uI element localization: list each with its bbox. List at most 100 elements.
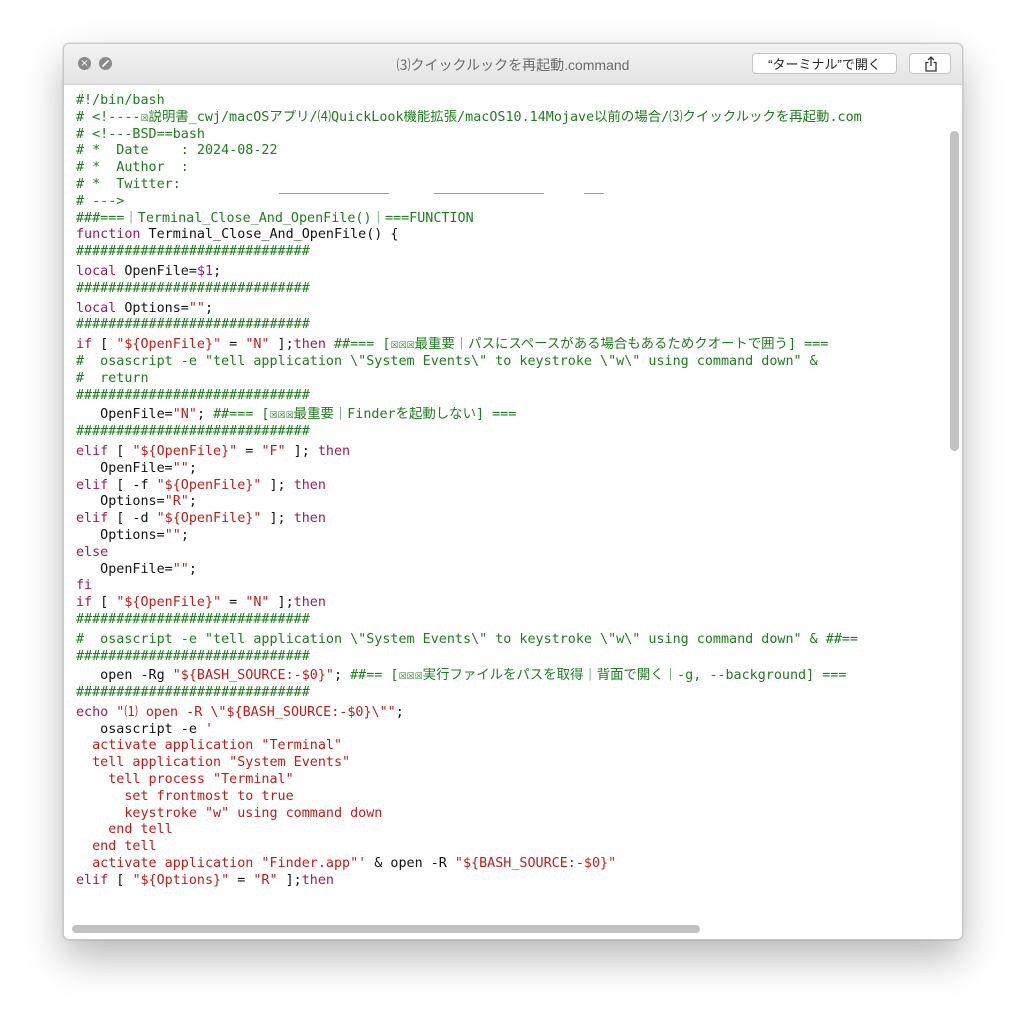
code-token: then [317,443,351,459]
code-line: set frontmost to true [76,789,942,806]
code-token: if [76,337,93,353]
code-token: "${OpenFile}" [116,337,222,353]
code-line: elif [ "${OpenFile}" = "F" ]; then [76,444,942,461]
code-viewer[interactable]: #!/bin/bash # <!----☒説明書_cwj/macOSアプリ/⑷Qu… [64,85,962,939]
code-line: Options="R"; [76,494,942,511]
code-token: tell process "Terminal" [76,772,294,788]
code-token: ############################# [76,244,310,260]
code-line: open -Rg "${BASH_SOURCE:-$0}"; ##== [☒☒☒… [76,668,942,685]
code-line: elif [ -f "${OpenFile}" ]; then [76,478,942,495]
code-token: ; [196,407,214,423]
code-line: elif [ "${Options}" = "R" ];then [76,873,942,890]
code-token: ; [334,668,351,684]
code-token: # osascript -e "tell application \"Syste… [76,353,818,369]
code-token: "${BASH_SOURCE:-$0}" [454,856,617,872]
code-token: ############################# [76,648,310,664]
horizontal-scrollbar[interactable] [72,925,700,933]
code-token: function [76,227,141,243]
code-token: [ [108,872,133,888]
code-token: tell application "System Events" [76,755,351,771]
code-token: "N" [172,407,197,423]
slash-circle-icon[interactable] [99,57,112,70]
code-line: # * Twitter: [76,177,942,194]
code-token: elif [76,443,109,459]
code-token: Options= [76,494,165,510]
code-line: #!/bin/bash [76,93,942,110]
code-token: ; [205,300,214,316]
code-token: ; [188,460,197,476]
code-token: $1 [196,263,214,279]
code-token: activate application "Finder.app"' [76,856,367,872]
code-token: set frontmost to true [76,788,294,804]
code-token: [ -d [108,511,157,527]
code-token: "" [172,561,189,577]
code-token: ]; [261,511,294,527]
code-line: ############################# [76,317,942,334]
code-line: Options=""; [76,528,942,545]
code-line: # osascript -e "tell application \"Syste… [76,632,942,649]
code-line: elif [ -d "${OpenFile}" ]; then [76,511,942,528]
redaction-mark [279,193,389,194]
code-token: "${OpenFile}" [116,595,222,611]
code-token: Terminal_Close_And_OpenFile() { [140,227,399,243]
redaction-mark [434,193,544,194]
code-line: OpenFile=""; [76,461,942,478]
code-token: ]; [269,337,294,353]
code-token: end tell [76,839,157,855]
code-line: ############################# [76,649,942,666]
open-in-terminal-button[interactable]: “ターミナル”で開く [752,53,897,74]
code-token: Options= [116,300,189,316]
code-token: echo [76,704,109,720]
code-token: then [293,337,326,353]
code-line: ############################# [76,612,942,629]
code-token: [ [92,337,117,353]
code-token: "N" [245,595,270,611]
code-token: elif [76,872,109,888]
code-token: "${OpenFile}" [156,511,262,527]
code-token: [ [108,443,133,459]
code-line: ############################# [76,685,942,702]
code-token: then [293,595,326,611]
fullscreen-glyph [101,59,110,68]
code-line: local OpenFile=$1; [76,264,942,281]
code-token: local [76,300,117,316]
share-icon [925,56,937,72]
code-token: # <!---BSD==bash [76,126,205,142]
code-token: = [237,443,262,459]
code-line: local Options=""; [76,301,942,318]
code-token: = [221,337,246,353]
code-token: then [301,872,334,888]
code-token: [ -f [108,477,157,493]
x-circle-icon[interactable]: × [78,57,91,70]
code-token: ' [205,721,214,737]
code-token: OpenFile= [76,460,173,476]
code-line: tell application "System Events" [76,755,942,772]
redaction-mark [584,193,604,194]
code-token: local [76,263,117,279]
code-token: ]; [285,443,318,459]
code-token: ##=== [☒☒☒最重要｜パスにスペースがある場合もあるためクオートで囲う] … [325,337,829,353]
code-token: "${BASH_SOURCE:-$0}" [172,668,334,684]
code-token: Options= [76,527,165,543]
code-line: activate application "Terminal" [76,738,942,755]
code-token: = [229,872,254,888]
code-token: open -Rg [76,668,173,684]
code-line: # ---> [76,194,942,211]
code-line: function Terminal_Close_And_OpenFile() { [76,227,942,244]
code-line: fi [76,578,942,595]
code-token: ############################# [76,317,310,333]
code-token: # * Date : 2024-08-22 [76,143,278,159]
code-line: tell process "Terminal" [76,772,942,789]
code-token: then [293,511,326,527]
code-token: "N" [245,337,270,353]
code-token: end tell [76,822,173,838]
code-token: # return [76,370,149,386]
share-button[interactable] [909,53,951,74]
code-line: ############################# [76,244,942,261]
code-token: elif [76,477,109,493]
code-token: ############################# [76,685,310,701]
code-line: if [ "${OpenFile}" = "N" ];then [76,595,942,612]
vertical-scrollbar[interactable] [950,131,959,451]
code-token: OpenFile= [76,561,173,577]
code-line: keystroke "w" using command down [76,806,942,823]
